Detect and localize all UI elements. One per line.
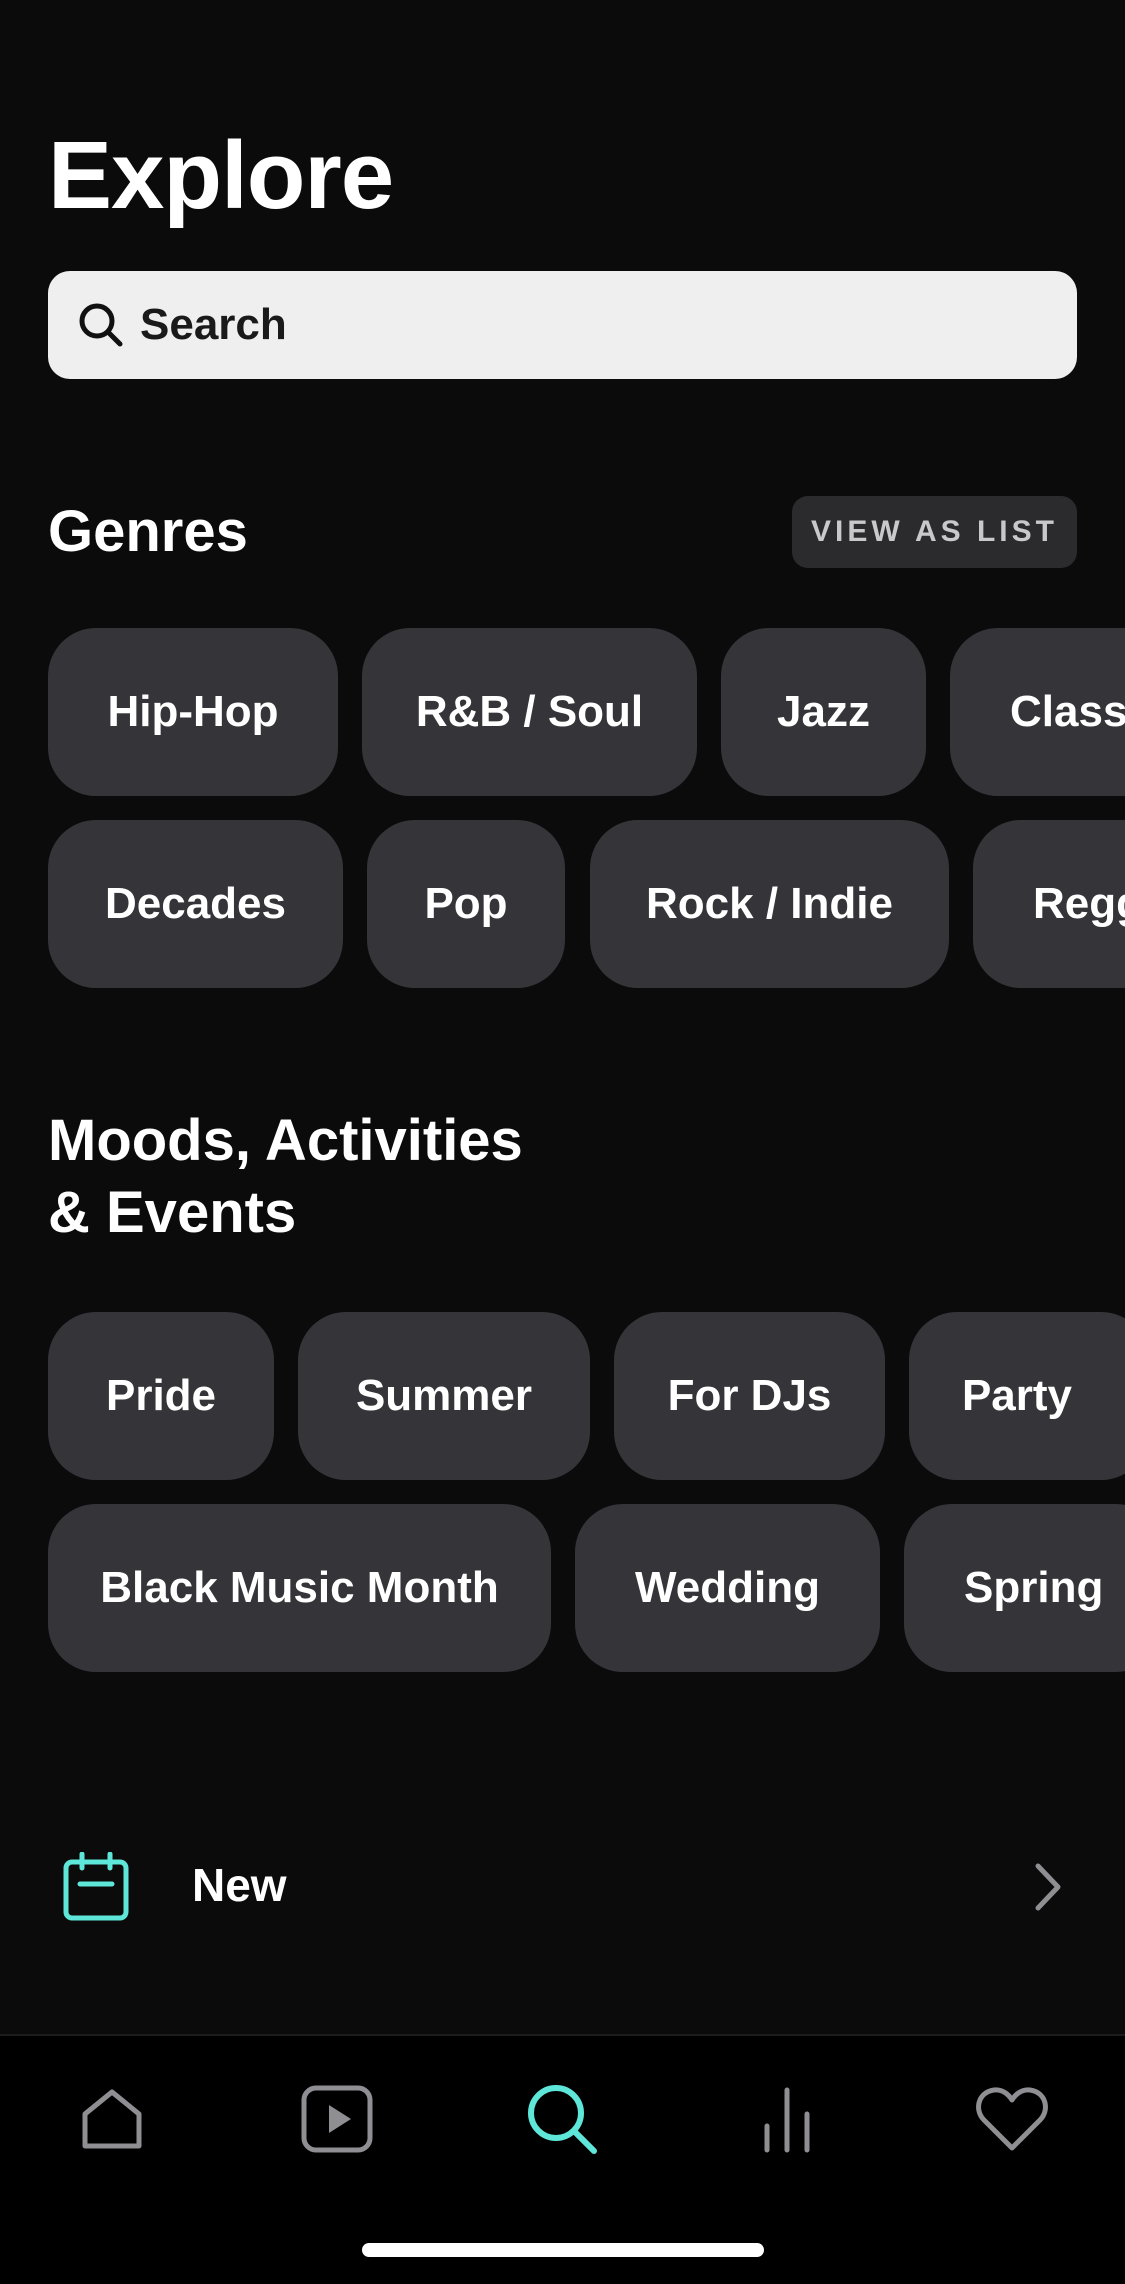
search-input[interactable]: Search — [48, 271, 1077, 379]
chip-reggae[interactable]: Regg — [973, 820, 1125, 988]
chip-rnb-soul[interactable]: R&B / Soul — [362, 628, 697, 796]
equalizer-bars-icon — [764, 2087, 810, 2153]
new-row[interactable]: New — [0, 1826, 1125, 1946]
video-play-icon — [301, 2085, 373, 2153]
tab-videos[interactable] — [292, 2074, 382, 2164]
tab-charts[interactable] — [742, 2074, 832, 2164]
chip-party[interactable]: Party — [909, 1312, 1125, 1480]
genres-row-2: Decades Pop Rock / Indie Regg — [0, 820, 1125, 988]
tab-home[interactable] — [67, 2074, 157, 2164]
tab-favorites[interactable] — [967, 2074, 1057, 2164]
chip-wedding[interactable]: Wedding — [575, 1504, 880, 1672]
search-icon — [528, 2085, 597, 2154]
chip-hip-hop[interactable]: Hip-Hop — [48, 628, 338, 796]
tab-explore[interactable] — [517, 2074, 607, 2164]
chip-pride[interactable]: Pride — [48, 1312, 274, 1480]
search-placeholder: Search — [140, 300, 287, 349]
search-icon — [74, 298, 128, 352]
chevron-right-icon — [1028, 1860, 1068, 1919]
calendar-icon — [62, 1851, 130, 1927]
moods-title-line-1: Moods, Activities — [48, 1108, 523, 1173]
chip-jazz[interactable]: Jazz — [721, 628, 926, 796]
chip-decades[interactable]: Decades — [48, 820, 343, 988]
moods-row-1: Pride Summer For DJs Party — [0, 1312, 1125, 1480]
heart-icon — [976, 2087, 1048, 2151]
chip-rock-indie[interactable]: Rock / Indie — [590, 820, 949, 988]
chip-black-music-month[interactable]: Black Music Month — [48, 1504, 551, 1672]
moods-row-2: Black Music Month Wedding Spring — [0, 1504, 1125, 1672]
chip-pop[interactable]: Pop — [367, 820, 565, 988]
view-as-list-button[interactable]: VIEW AS LIST — [792, 496, 1077, 568]
home-icon — [82, 2089, 142, 2149]
genres-row-1: Hip-Hop R&B / Soul Jazz Classi — [0, 628, 1125, 796]
page-title: Explore — [48, 122, 394, 229]
new-label: New — [192, 1859, 287, 1911]
moods-title-line-2: & Events — [48, 1179, 297, 1245]
home-indicator — [362, 2243, 764, 2257]
genres-title: Genres — [48, 499, 248, 564]
explore-screen: Explore Search Genres VIEW AS LIST Hip-H… — [0, 0, 1125, 2284]
moods-title: Moods, Activities & Events — [48, 1105, 523, 1249]
chip-spring[interactable]: Spring — [904, 1504, 1125, 1672]
chip-for-djs[interactable]: For DJs — [614, 1312, 885, 1480]
chip-classical[interactable]: Classi — [950, 628, 1125, 796]
chip-summer[interactable]: Summer — [298, 1312, 590, 1480]
